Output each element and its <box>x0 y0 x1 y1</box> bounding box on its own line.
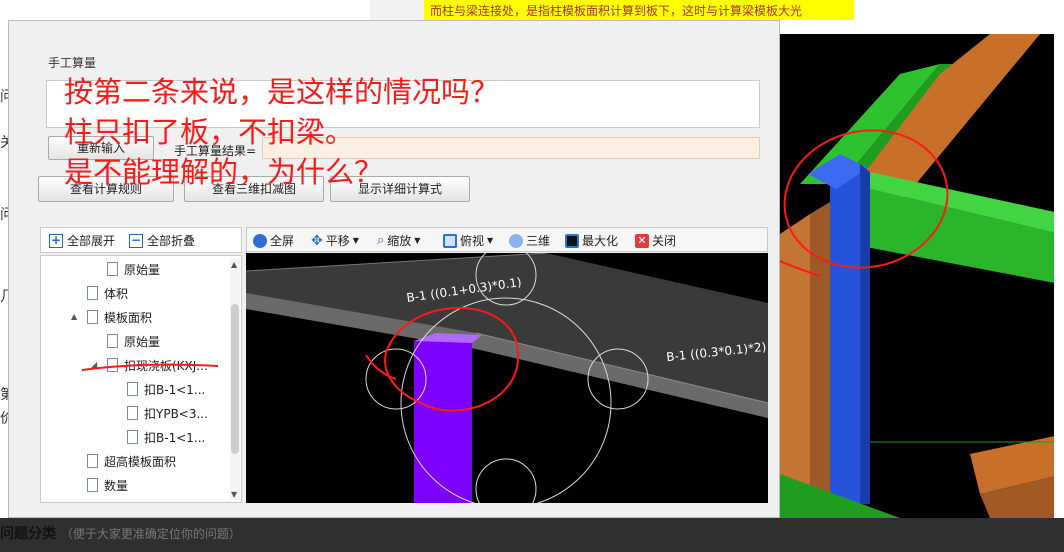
collapse-all-button[interactable]: − 全部折叠 <box>129 232 195 249</box>
fullscreen-label: 全屏 <box>270 234 295 248</box>
question-category-hint: （便于大家更准确定位你的问题） <box>60 527 241 541</box>
tree-item-label: 超高模板面积 <box>104 454 177 469</box>
tree-item[interactable]: 扣B-1<1... <box>127 425 205 449</box>
zoom-button[interactable]: ⌕ 缩放 ▼ <box>377 232 420 249</box>
annotation-underline <box>81 363 219 371</box>
annotation-line-2: 柱只扣了板，不扣梁。 <box>64 115 355 149</box>
tree-item-label: 数量 <box>104 478 129 493</box>
document-icon <box>87 478 98 492</box>
collapse-all-label: 全部折叠 <box>147 234 196 248</box>
fullscreen-icon <box>253 233 267 248</box>
tree-item[interactable]: 原始量 <box>107 257 160 281</box>
three-d-button[interactable]: 三维 <box>509 232 550 249</box>
tree-item-label: 体积 <box>104 286 129 301</box>
magnifier-icon: ⌕ <box>377 233 385 248</box>
tree-item-label: 原始量 <box>124 334 161 349</box>
three-d-icon <box>509 233 523 248</box>
document-icon <box>107 334 118 348</box>
tree-item-label: 扣B-1<1... <box>144 430 206 445</box>
pan-button[interactable]: ✥ 平移 ▼ <box>311 232 359 249</box>
tree-item[interactable]: 扣B-1<1... <box>127 377 205 401</box>
viewer-toolbar: 全屏 ✥ 平移 ▼ ⌕ 缩放 ▼ 俯视 ▼ 三维 最大化 ✕ 关闭 <box>246 227 768 252</box>
tree-scroll-thumb[interactable] <box>231 304 239 454</box>
question-category-heading: 问题分类 （便于大家更准确定位你的问题） <box>0 523 241 543</box>
deduction-3d-viewer[interactable]: B-1 ((0.1+0.3)*0.1) B-1 ((0.3*0.1)*2) <box>246 253 768 503</box>
tree-item[interactable]: 超高模板面积 <box>87 449 176 473</box>
scroll-up-icon[interactable]: ▲ <box>231 260 237 269</box>
document-icon <box>127 406 138 420</box>
document-icon <box>87 454 98 468</box>
background-banner: 而柱与梁连接处，是指柱模板面积计算到板下，这时与计算梁模板大光 <box>424 0 854 20</box>
tree-item[interactable]: 体积 <box>87 281 128 305</box>
background-right-edge <box>1054 34 1064 518</box>
scroll-down-icon[interactable]: ▼ <box>231 490 237 499</box>
maximize-label: 最大化 <box>582 234 619 248</box>
document-icon <box>87 286 98 300</box>
top-view-button[interactable]: 俯视 ▼ <box>443 232 493 249</box>
fullscreen-button[interactable]: 全屏 <box>253 232 294 249</box>
document-icon <box>127 382 138 396</box>
tree-item[interactable]: 模板面积 <box>87 305 152 329</box>
top-view-label: 俯视 <box>460 234 485 248</box>
tree-item-label: 模板面积 <box>104 310 153 325</box>
document-icon <box>87 310 98 324</box>
annotation-line-1: 按第二条来说，是这样的情况吗？ <box>64 75 500 109</box>
pan-icon: ✥ <box>311 232 323 249</box>
dropdown-arrow-icon: ▼ <box>487 236 494 245</box>
question-category-title: 问题分类 <box>0 526 56 542</box>
dropdown-arrow-icon: ▼ <box>414 236 421 245</box>
tree-item-label: 扣B-1<1... <box>144 382 206 397</box>
annotation-line-3: 是不能理解的，为什么？ <box>64 155 384 189</box>
tree-item[interactable]: 原始量 <box>107 329 160 353</box>
minus-icon: − <box>129 232 143 248</box>
expand-all-button[interactable]: + 全部展开 <box>49 232 115 249</box>
close-icon: ✕ <box>635 233 649 248</box>
close-viewer-button[interactable]: ✕ 关闭 <box>635 232 676 249</box>
tree-toolbar: + 全部展开 − 全部折叠 <box>40 227 242 253</box>
model-3d-view <box>780 34 1064 518</box>
model-3d-graphic <box>780 34 1064 518</box>
dropdown-arrow-icon: ▼ <box>352 236 359 245</box>
three-d-label: 三维 <box>526 234 551 248</box>
zoom-label: 缩放 <box>387 234 412 248</box>
tree-item[interactable]: 扣YPB<3... <box>127 401 208 425</box>
maximize-icon <box>565 233 579 248</box>
expand-all-label: 全部展开 <box>67 234 116 248</box>
plus-icon: + <box>49 232 63 248</box>
tree-item[interactable]: 数量 <box>87 473 128 497</box>
top-view-icon <box>443 233 457 248</box>
pan-label: 平移 <box>325 234 350 248</box>
document-icon <box>107 262 118 276</box>
collapse-arrow-icon[interactable]: ▲ <box>71 312 77 321</box>
document-icon <box>127 430 138 444</box>
tree-item-label: 原始量 <box>124 262 161 277</box>
section-title: 手工算量 <box>48 56 97 70</box>
quantity-tree: 原始量 体积 ▲ 模板面积 原始量 ◢ 扣现浇板(KXJ... 扣B-1<1..… <box>40 255 242 503</box>
close-label: 关闭 <box>652 234 677 248</box>
tree-item-label: 扣YPB<3... <box>144 406 208 421</box>
maximize-button[interactable]: 最大化 <box>565 232 618 249</box>
